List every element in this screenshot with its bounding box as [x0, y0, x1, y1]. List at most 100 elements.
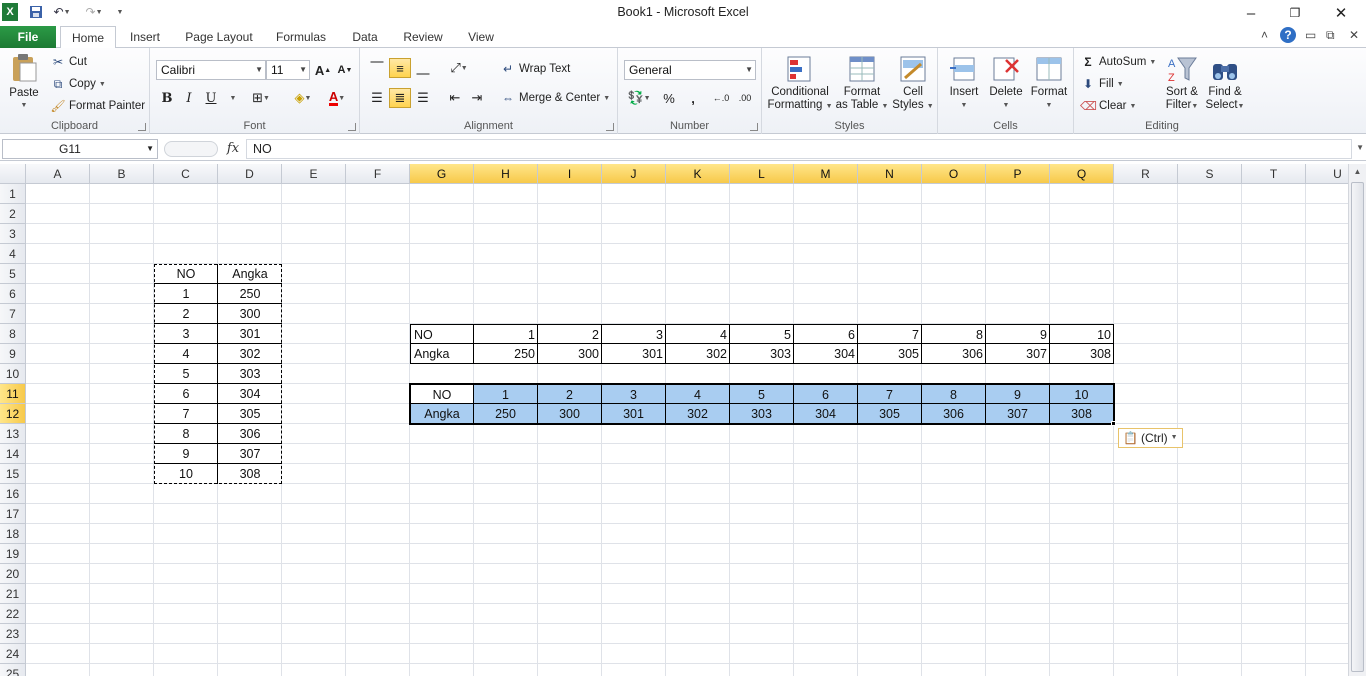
ptable-label-angka[interactable]: Angka	[410, 404, 474, 424]
increase-decimal-icon[interactable]: ←.0	[710, 88, 732, 108]
ptable-cell-no[interactable]: 9	[986, 384, 1050, 404]
ptable-cell-angka[interactable]: 306	[922, 404, 986, 424]
ptable-cell-no[interactable]: 10	[1050, 384, 1114, 404]
vtable-cell-no[interactable]: 1	[154, 284, 218, 304]
vtable-cell-no[interactable]: 6	[154, 384, 218, 404]
ptable-cell-angka[interactable]: 300	[538, 404, 602, 424]
ptable-cell-no[interactable]: 5	[730, 384, 794, 404]
underline-button[interactable]: U	[200, 88, 222, 108]
vtable-cell-no[interactable]: 9	[154, 444, 218, 464]
column-header-e[interactable]: E	[282, 164, 346, 184]
increase-indent-icon[interactable]: ⇥	[466, 88, 488, 108]
column-header-a[interactable]: A	[26, 164, 90, 184]
workbook-restore-icon[interactable]: ⧉	[1326, 28, 1335, 43]
orientation-icon[interactable]: ⤢ ▼	[446, 58, 472, 78]
vtable-cell-no[interactable]: 3	[154, 324, 218, 344]
column-header-u[interactable]: U	[1306, 164, 1348, 184]
tab-home[interactable]: Home	[60, 26, 116, 49]
minimize-button[interactable]: –	[1228, 0, 1274, 26]
scroll-up-icon[interactable]: ▲	[1349, 164, 1366, 180]
row-header-24[interactable]: 24	[0, 644, 26, 664]
row-header-4[interactable]: 4	[0, 244, 26, 264]
ptable-cell-angka[interactable]: 307	[986, 404, 1050, 424]
row-header-21[interactable]: 21	[0, 584, 26, 604]
column-header-b[interactable]: B	[90, 164, 154, 184]
vtable-cell-angka[interactable]: 302	[218, 344, 282, 364]
vtable-cell-angka[interactable]: 305	[218, 404, 282, 424]
formula-bar-splitter[interactable]	[164, 141, 218, 157]
htable-label-angka[interactable]: Angka	[410, 344, 474, 364]
tab-formulas[interactable]: Formulas	[270, 26, 332, 48]
row-header-22[interactable]: 22	[0, 604, 26, 624]
workbook-minimize-icon[interactable]: ▭	[1305, 28, 1316, 42]
italic-button[interactable]: I	[178, 88, 200, 108]
vtable-header-angka[interactable]: Angka	[218, 264, 282, 284]
vtable-cell-angka[interactable]: 301	[218, 324, 282, 344]
paste-options-button[interactable]: 📋 (Ctrl) ▼	[1118, 428, 1183, 448]
insert-cells-button[interactable]: Insert ▼	[944, 54, 984, 112]
column-header-d[interactable]: D	[218, 164, 282, 184]
fill-handle[interactable]	[1111, 421, 1116, 426]
htable-cell-angka[interactable]: 305	[858, 344, 922, 364]
find-select-button[interactable]: Find & Select▼	[1204, 54, 1246, 113]
column-header-r[interactable]: R	[1114, 164, 1178, 184]
vtable-cell-no[interactable]: 10	[154, 464, 218, 484]
htable-cell-no[interactable]: 8	[922, 324, 986, 344]
row-header-23[interactable]: 23	[0, 624, 26, 644]
row-header-8[interactable]: 8	[0, 324, 26, 344]
row-header-20[interactable]: 20	[0, 564, 26, 584]
ptable-cell-angka[interactable]: 303	[730, 404, 794, 424]
htable-cell-angka[interactable]: 250	[474, 344, 538, 364]
row-header-12[interactable]: 12	[0, 404, 26, 424]
row-header-25[interactable]: 25	[0, 664, 26, 676]
vtable-cell-no[interactable]: 7	[154, 404, 218, 424]
align-bottom-icon[interactable]: ⎽	[412, 58, 434, 78]
wrap-text-button[interactable]: ↵ Wrap Text	[500, 61, 570, 77]
vtable-cell-angka[interactable]: 304	[218, 384, 282, 404]
restore-button[interactable]: ❐	[1272, 0, 1318, 26]
alignment-launcher-icon[interactable]	[606, 123, 614, 131]
vtable-cell-angka[interactable]: 306	[218, 424, 282, 444]
ptable-cell-no[interactable]: 1	[474, 384, 538, 404]
htable-cell-angka[interactable]: 301	[602, 344, 666, 364]
number-format-select[interactable]: General ▼	[624, 60, 756, 80]
htable-cell-angka[interactable]: 307	[986, 344, 1050, 364]
paste-button[interactable]: Paste ▼	[6, 52, 42, 109]
vtable-cell-angka[interactable]: 300	[218, 304, 282, 324]
row-header-3[interactable]: 3	[0, 224, 26, 244]
format-as-table-button[interactable]: Format as Table ▼	[834, 54, 890, 113]
tab-data[interactable]: Data	[344, 26, 386, 48]
row-header-5[interactable]: 5	[0, 264, 26, 284]
vtable-cell-no[interactable]: 8	[154, 424, 218, 444]
vtable-cell-angka[interactable]: 307	[218, 444, 282, 464]
fill-button[interactable]: ⬇ Fill ▼	[1080, 76, 1124, 92]
align-top-icon[interactable]: ⎺	[366, 58, 388, 78]
htable-cell-angka[interactable]: 304	[794, 344, 858, 364]
ptable-cell-no[interactable]: 3	[602, 384, 666, 404]
vtable-cell-no[interactable]: 5	[154, 364, 218, 384]
align-left-icon[interactable]: ☰	[366, 88, 388, 108]
formula-input[interactable]: NO	[246, 139, 1352, 159]
ptable-cell-no[interactable]: 7	[858, 384, 922, 404]
worksheet-grid[interactable]: A B C D E F G H I J K L M N O P Q R S T U 1 2 3 4 5 6 7 8 9 10 11 12 13 14…	[0, 164, 1348, 676]
htable-cell-no[interactable]: 6	[794, 324, 858, 344]
format-painter-button[interactable]: 🖌 Format Painter	[50, 98, 145, 114]
workbook-close-icon[interactable]: ✕	[1349, 28, 1359, 42]
cut-button[interactable]: ✂ Cut	[50, 54, 87, 70]
underline-dropdown-icon[interactable]: ▼	[222, 88, 244, 108]
column-header-p[interactable]: P	[986, 164, 1050, 184]
htable-cell-angka[interactable]: 306	[922, 344, 986, 364]
grow-font-icon[interactable]: A ▲	[312, 60, 334, 80]
font-color-icon[interactable]: A ▼	[322, 88, 352, 108]
merge-center-button[interactable]: ⇔ Merge & Center ▼	[500, 90, 610, 106]
htable-cell-angka[interactable]: 308	[1050, 344, 1114, 364]
cell-styles-button[interactable]: Cell Styles ▼	[892, 54, 934, 113]
vtable-cell-angka[interactable]: 250	[218, 284, 282, 304]
fill-color-icon[interactable]: ◈ ▼	[288, 88, 318, 108]
ptable-cell-angka[interactable]: 304	[794, 404, 858, 424]
htable-cell-no[interactable]: 1	[474, 324, 538, 344]
vtable-cell-angka[interactable]: 308	[218, 464, 282, 484]
tab-file[interactable]: File	[0, 26, 56, 48]
row-header-10[interactable]: 10	[0, 364, 26, 384]
row-header-6[interactable]: 6	[0, 284, 26, 304]
